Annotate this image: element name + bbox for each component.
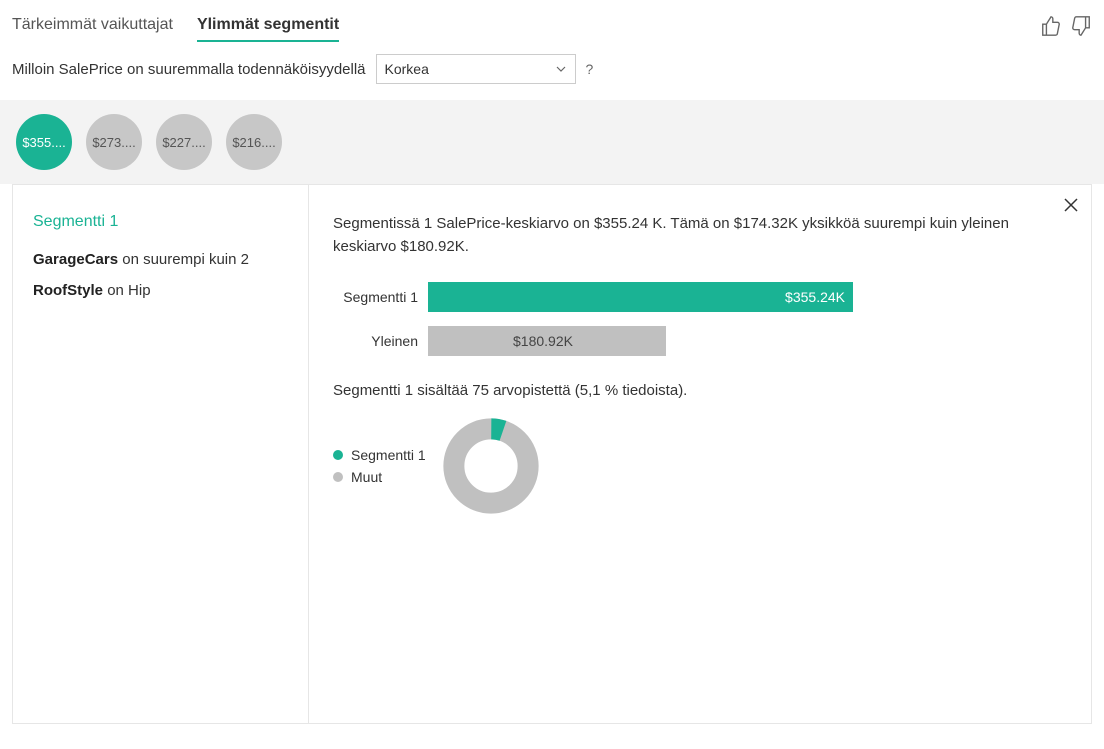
segment-title: Segmentti 1 bbox=[33, 213, 288, 231]
segment-bubbles: $355.... $273.... $227.... $216.... bbox=[0, 100, 1104, 184]
legend-label: Segmentti 1 bbox=[351, 447, 426, 463]
segment-summary: Segmentissä 1 SalePrice-keskiarvo on $35… bbox=[333, 213, 1013, 258]
segment-bubble-3[interactable]: $227.... bbox=[156, 114, 212, 170]
help-icon[interactable]: ? bbox=[586, 61, 594, 77]
bar-fill-overall: $180.92K bbox=[428, 326, 666, 356]
close-icon[interactable] bbox=[1061, 195, 1081, 215]
bar-label: Segmentti 1 bbox=[333, 289, 428, 305]
tab-top-segments[interactable]: Ylimmät segmentit bbox=[197, 10, 339, 42]
thumbs-down-icon[interactable] bbox=[1070, 15, 1092, 37]
legend-label: Muut bbox=[351, 469, 382, 485]
question-prefix: Milloin SalePrice on suuremmalla todennä… bbox=[12, 61, 366, 78]
segment-bubble-1[interactable]: $355.... bbox=[16, 114, 72, 170]
value-select[interactable]: Korkea bbox=[376, 54, 576, 84]
segment-bubble-4[interactable]: $216.... bbox=[226, 114, 282, 170]
bar-segment: Segmentti 1 $355.24K bbox=[333, 282, 1067, 312]
legend-dot-segment bbox=[333, 450, 343, 460]
segment-bubble-2[interactable]: $273.... bbox=[86, 114, 142, 170]
segment-detail-panel: Segmentissä 1 SalePrice-keskiarvo on $35… bbox=[309, 185, 1091, 723]
legend-dot-other bbox=[333, 472, 343, 482]
segment-rule: GarageCars on suurempi kuin 2 bbox=[33, 251, 288, 268]
select-value: Korkea bbox=[385, 61, 429, 77]
bar-overall: Yleinen $180.92K bbox=[333, 326, 1067, 356]
tab-key-influencers[interactable]: Tärkeimmät vaikuttajat bbox=[12, 10, 173, 42]
bar-label: Yleinen bbox=[333, 333, 428, 349]
datapoints-text: Segmentti 1 sisältää 75 arvopistettä (5,… bbox=[333, 382, 1067, 399]
thumbs-up-icon[interactable] bbox=[1040, 15, 1062, 37]
segment-rules-panel: Segmentti 1 GarageCars on suurempi kuin … bbox=[13, 185, 309, 723]
bar-fill-segment: $355.24K bbox=[428, 282, 853, 312]
donut-chart bbox=[442, 417, 540, 515]
donut-legend: Segmentti 1 Muut bbox=[333, 447, 426, 485]
segment-rule: RoofStyle on Hip bbox=[33, 282, 288, 299]
chevron-down-icon bbox=[555, 63, 567, 75]
